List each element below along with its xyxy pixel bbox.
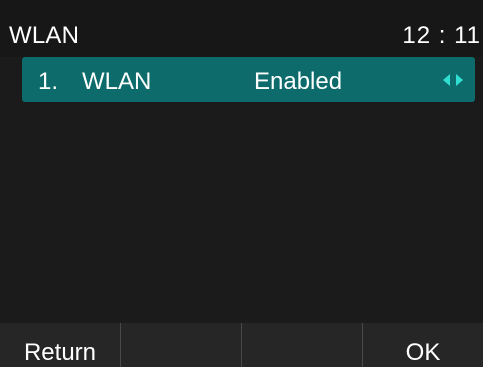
value-switcher[interactable] xyxy=(443,74,463,86)
return-softkey[interactable]: Return xyxy=(0,323,120,367)
title-bar: WLAN 12 : 11 xyxy=(0,0,483,57)
softkey-label: Return xyxy=(23,339,97,366)
list-item-index: 1. xyxy=(38,68,59,95)
page-title: WLAN xyxy=(9,22,80,49)
softkey-bar: Return OK xyxy=(0,323,483,367)
empty-softkey-3[interactable] xyxy=(241,323,362,367)
arrow-right-icon[interactable] xyxy=(456,74,463,86)
softkey-label: OK xyxy=(405,339,441,366)
ok-softkey[interactable]: OK xyxy=(362,323,483,367)
phone-screen: WLAN 12 : 11 1. WLAN Enabled Return OK xyxy=(0,0,483,367)
list-item-wlan[interactable]: 1. WLAN Enabled xyxy=(22,57,475,102)
empty-softkey-2[interactable] xyxy=(120,323,241,367)
list-item-label: WLAN xyxy=(82,68,152,95)
settings-list: 1. WLAN Enabled xyxy=(22,57,475,102)
clock: 12 : 11 xyxy=(402,22,481,49)
list-item-value[interactable]: Enabled xyxy=(254,68,342,96)
arrow-left-icon[interactable] xyxy=(443,74,450,86)
